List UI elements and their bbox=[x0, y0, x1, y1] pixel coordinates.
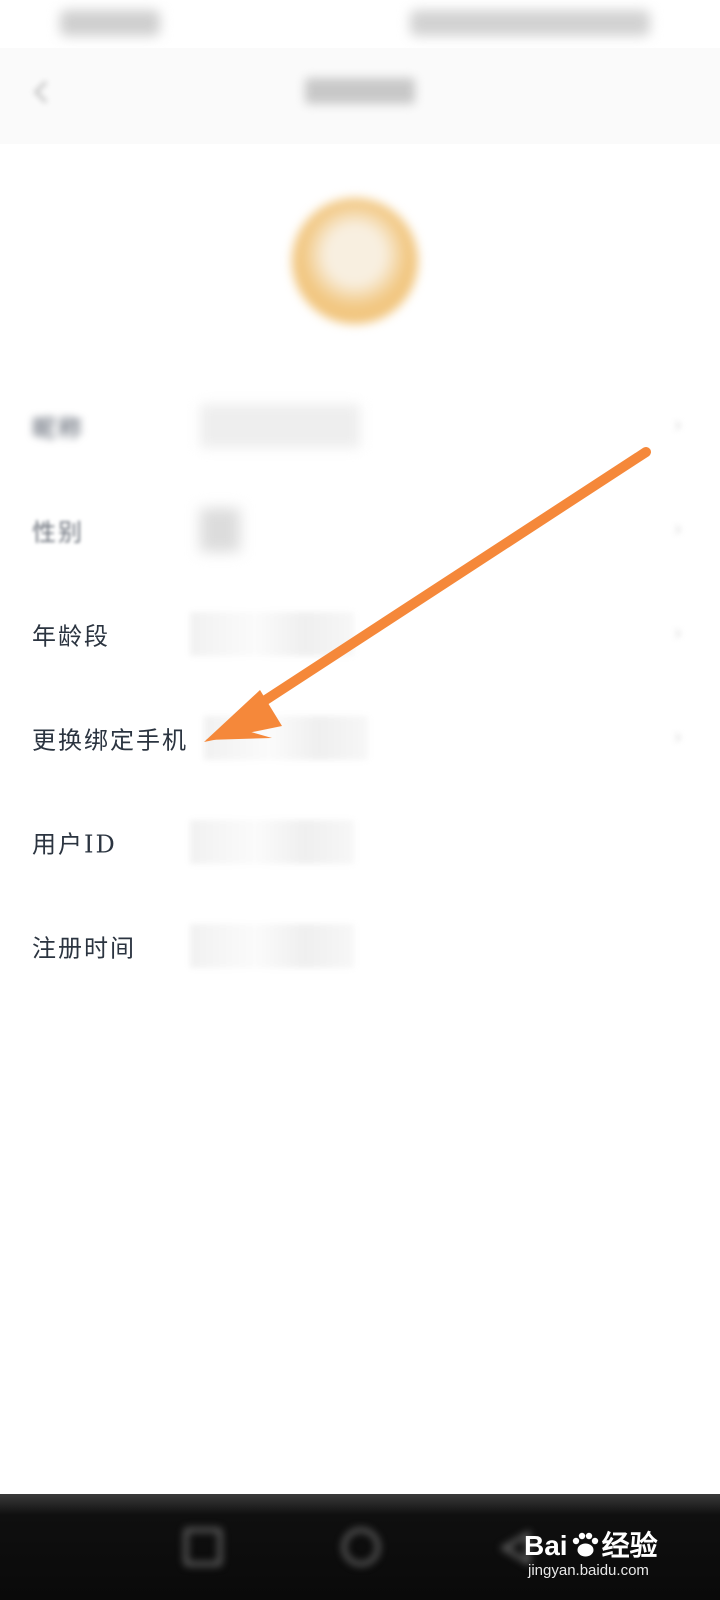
chevron-right-icon: › bbox=[673, 725, 683, 750]
profile-row-nickname[interactable]: 昵称 › bbox=[0, 374, 720, 478]
recent-apps-icon[interactable] bbox=[184, 1528, 222, 1566]
watermark-url: jingyan.baidu.com bbox=[528, 1562, 649, 1579]
baidu-jingyan-watermark: Bai 经验 jingyan.baidu.com bbox=[524, 1518, 684, 1582]
avatar[interactable] bbox=[292, 198, 418, 324]
page-title bbox=[0, 78, 720, 111]
row-label-age-range: 年龄段 bbox=[32, 622, 110, 651]
chevron-right-icon: › bbox=[673, 413, 683, 438]
paw-icon bbox=[572, 1532, 598, 1557]
watermark-brand: Bai 经验 bbox=[524, 1530, 658, 1561]
row-label-change-phone: 更换绑定手机 bbox=[32, 726, 188, 755]
status-time bbox=[60, 10, 160, 36]
age-range-value-redacted bbox=[190, 612, 354, 656]
profile-screen: 昵称 › 性别 › 年龄段 › 更换绑定手机 › 用户ID 注册时间 Bai 经… bbox=[0, 0, 720, 1600]
chevron-right-icon: › bbox=[673, 621, 683, 646]
row-label-register-time: 注册时间 bbox=[32, 934, 136, 963]
chevron-right-icon: › bbox=[673, 517, 683, 542]
status-indicators bbox=[410, 10, 650, 36]
phone-value-redacted bbox=[204, 716, 368, 760]
nickname-value-redacted bbox=[200, 404, 360, 448]
profile-row-user-id: 用户ID bbox=[0, 790, 720, 894]
row-label-gender: 性别 bbox=[32, 518, 84, 547]
home-icon[interactable] bbox=[342, 1528, 380, 1566]
register-time-value-redacted bbox=[190, 924, 354, 968]
gender-value-redacted bbox=[200, 508, 240, 552]
profile-row-register-time: 注册时间 bbox=[0, 894, 720, 998]
profile-row-age-range[interactable]: 年龄段 › bbox=[0, 582, 720, 686]
row-label-user-id: 用户ID bbox=[32, 830, 117, 859]
profile-row-change-phone[interactable]: 更换绑定手机 › bbox=[0, 686, 720, 790]
status-bar bbox=[0, 0, 720, 48]
user-id-value-redacted bbox=[190, 820, 354, 864]
row-label-nickname: 昵称 bbox=[32, 414, 84, 443]
profile-row-gender[interactable]: 性别 › bbox=[0, 478, 720, 582]
